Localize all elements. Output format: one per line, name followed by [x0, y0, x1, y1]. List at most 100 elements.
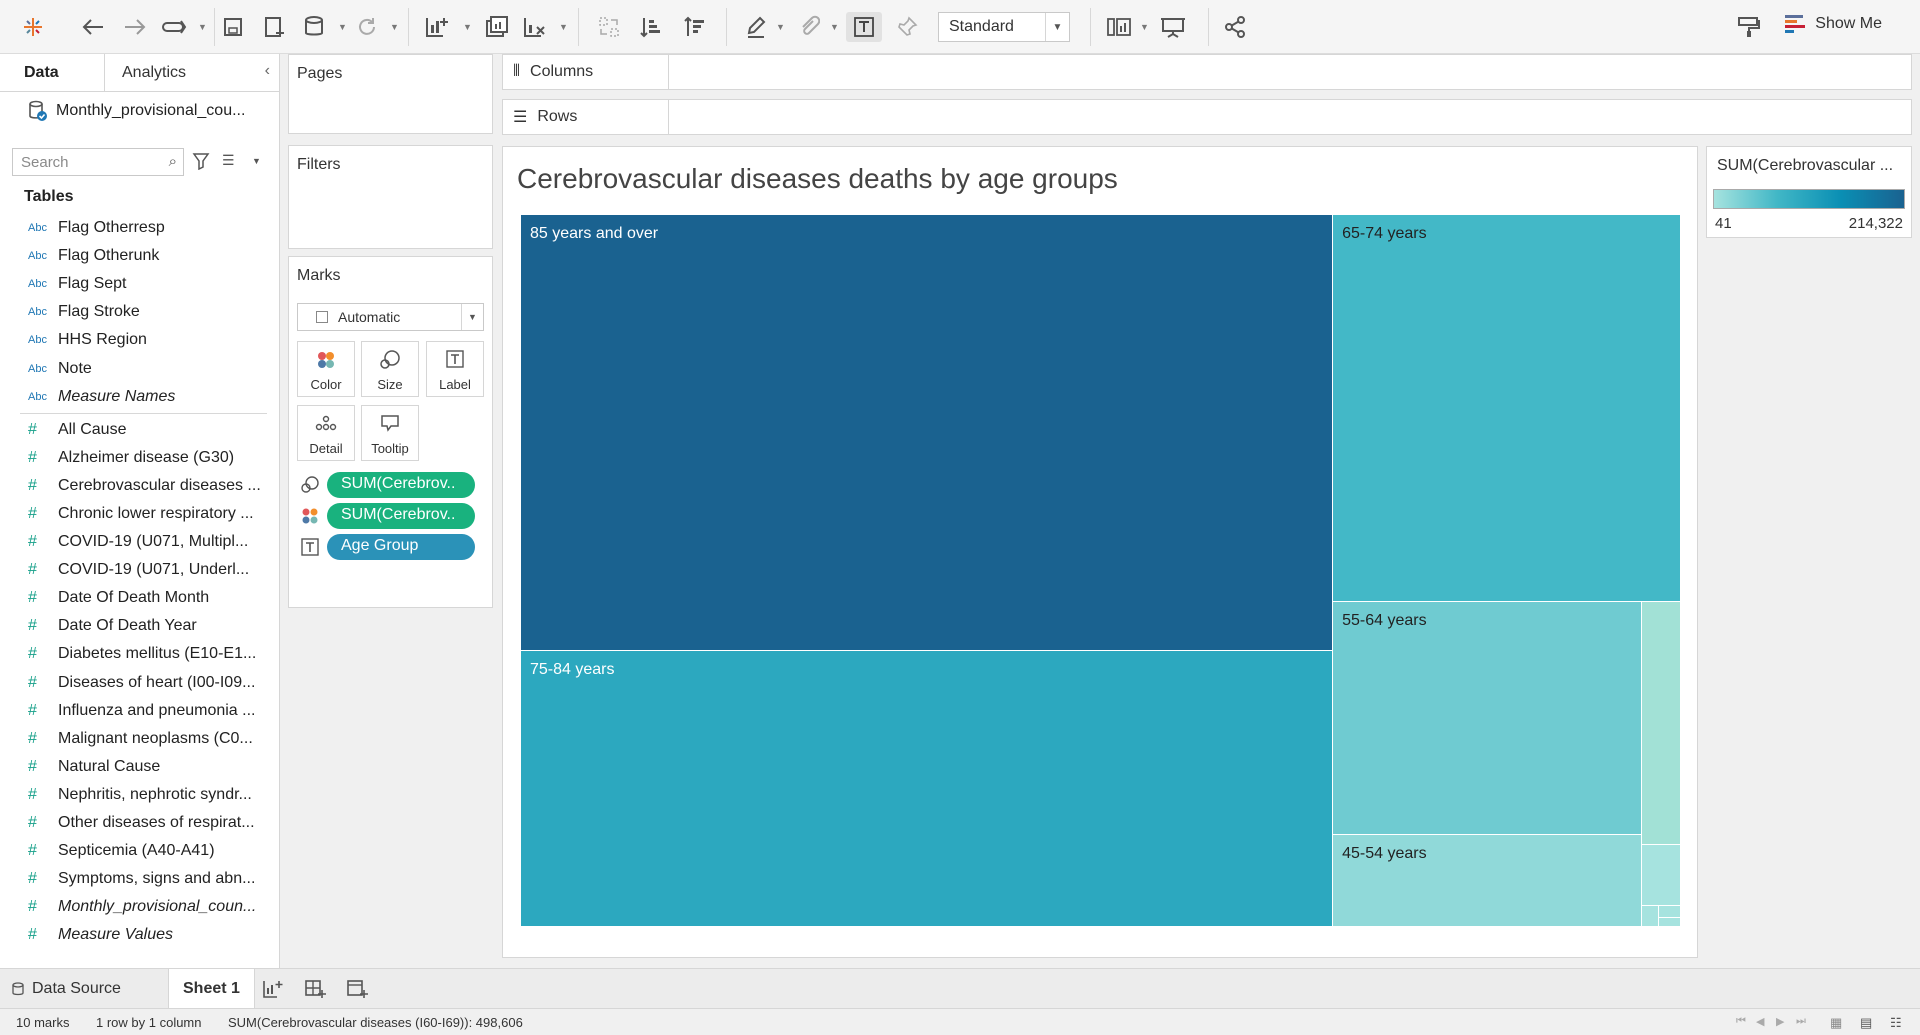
dimension-field[interactable]: Abc Flag Sept — [20, 270, 275, 298]
treemap-cell-small[interactable] — [1641, 601, 1681, 845]
format-painter-icon[interactable] — [1734, 12, 1764, 42]
columns-shelf[interactable]: ⦀ Columns — [502, 54, 1912, 90]
show-cards-dropdown-icon[interactable]: ▼ — [1140, 22, 1149, 32]
tooltip-button[interactable]: Tooltip — [361, 405, 419, 461]
show-mark-labels-icon[interactable] — [846, 12, 882, 42]
measure-field[interactable]: # Malignant neoplasms (C0... — [20, 725, 275, 753]
measure-field[interactable]: # COVID-19 (U071, Multipl... — [20, 528, 275, 556]
nav-last-icon[interactable]: ⏭ — [1796, 1015, 1806, 1028]
treemap-cell[interactable]: 45-54 years — [1333, 834, 1642, 927]
treemap-cell-small[interactable] — [1641, 906, 1659, 927]
treemap-cell[interactable]: 65-74 years — [1333, 215, 1681, 602]
duplicate-sheet-icon[interactable] — [482, 12, 512, 42]
treemap-cell[interactable]: 55-64 years — [1333, 601, 1642, 835]
color-legend[interactable]: SUM(Cerebrovascular ... 41 214,322 — [1706, 146, 1912, 238]
fit-select[interactable]: Standard ▼ — [938, 12, 1070, 42]
presentation-mode-icon[interactable] — [1158, 12, 1188, 42]
filmstrip-view-icon[interactable]: ▤ — [1860, 1015, 1872, 1031]
search-input[interactable]: Search ⌕ — [12, 148, 184, 176]
dimension-field[interactable]: Abc Flag Otherunk — [20, 242, 275, 270]
pause-updates-icon[interactable] — [300, 12, 330, 42]
dimension-field[interactable]: Abc Flag Stroke — [20, 298, 275, 326]
collapse-pane-icon[interactable]: ‹ — [265, 62, 270, 80]
new-worksheet-dropdown-icon[interactable]: ▼ — [463, 22, 472, 32]
label-button[interactable]: Label — [426, 341, 484, 397]
group-dropdown-icon[interactable]: ▼ — [830, 22, 839, 32]
share-icon[interactable] — [1220, 12, 1250, 42]
measure-field[interactable]: # All Cause — [20, 416, 275, 444]
measure-field[interactable]: # Septicemia (A40-A41) — [20, 837, 275, 865]
size-button[interactable]: Size — [361, 341, 419, 397]
highlight-dropdown-icon[interactable]: ▼ — [776, 22, 785, 32]
dimension-field[interactable]: Abc Flag Otherresp — [20, 214, 275, 242]
treemap-cell[interactable]: 75-84 years — [521, 650, 1334, 927]
measure-field[interactable]: # Cerebrovascular diseases ... — [20, 472, 275, 500]
dimension-field[interactable]: Abc HHS Region — [20, 326, 275, 354]
treemap-cell-small[interactable] — [1658, 906, 1681, 919]
measure-field[interactable]: # Other diseases of respirat... — [20, 809, 275, 837]
undo-icon[interactable] — [78, 12, 108, 42]
rows-shelf[interactable]: ☰ Rows — [502, 99, 1912, 135]
measure-field[interactable]: # Chronic lower respiratory ... — [20, 500, 275, 528]
group-members-icon[interactable] — [794, 12, 824, 42]
measure-field[interactable]: # COVID-19 (U071, Underl... — [20, 556, 275, 584]
highlight-icon[interactable] — [742, 12, 772, 42]
measure-field[interactable]: # Date Of Death Month — [20, 584, 275, 612]
measure-field[interactable]: # Diseases of heart (I00-I09... — [20, 669, 275, 697]
data-source-tab[interactable]: Data Source — [12, 969, 121, 1009]
sheet-1-tab[interactable]: Sheet 1 — [168, 969, 255, 1009]
treemap-cell[interactable]: 85 years and over — [521, 215, 1334, 651]
filters-card[interactable]: Filters — [288, 145, 493, 249]
age-group-pill[interactable]: Age Group — [327, 534, 475, 560]
redo-icon[interactable] — [120, 12, 150, 42]
view-dropdown-icon[interactable]: ▼ — [252, 156, 261, 166]
show-me-button[interactable]: Show Me — [1785, 14, 1882, 34]
clear-sheet-icon[interactable] — [520, 12, 550, 42]
treemap-cell-small[interactable] — [1641, 844, 1681, 907]
list-view-icon[interactable]: ☰ — [222, 152, 235, 169]
tableau-logo-icon[interactable] — [20, 12, 46, 42]
detail-button[interactable]: Detail — [297, 405, 355, 461]
color-button[interactable]: Color — [297, 341, 355, 397]
sort-ascending-icon[interactable] — [636, 12, 666, 42]
color-field-pill[interactable]: SUM(Cerebrov.. — [327, 503, 475, 529]
tab-analytics[interactable]: Analytics — [122, 64, 186, 82]
show-cards-icon[interactable] — [1104, 12, 1134, 42]
treemap-cell-small[interactable] — [1658, 918, 1681, 927]
nav-first-icon[interactable]: ⏮ — [1736, 1015, 1746, 1028]
replay-dropdown-icon[interactable]: ▼ — [198, 22, 207, 32]
mark-type-select[interactable]: Automatic ▼ — [297, 303, 484, 331]
measure-field[interactable]: # Alzheimer disease (G30) — [20, 444, 275, 472]
measure-field[interactable]: # Influenza and pneumonia ... — [20, 697, 275, 725]
new-datasource-icon[interactable] — [260, 12, 290, 42]
measure-field[interactable]: # Symptoms, signs and abn... — [20, 865, 275, 893]
measure-field[interactable]: # Date Of Death Year — [20, 612, 275, 640]
measure-field[interactable]: # Diabetes mellitus (E10-E1... — [20, 640, 275, 668]
nav-next-icon[interactable]: ▶ — [1776, 1015, 1784, 1028]
swap-rows-columns-icon[interactable] — [594, 12, 624, 42]
pause-dropdown-icon[interactable]: ▼ — [338, 22, 347, 32]
new-story-tab-icon[interactable] — [346, 969, 368, 1009]
measure-field[interactable]: # Measure Values — [20, 921, 275, 949]
dimension-field[interactable]: Abc Measure Names — [20, 383, 275, 411]
refresh-icon[interactable] — [352, 12, 382, 42]
measure-field[interactable]: # Monthly_provisional_coun... — [20, 893, 275, 921]
save-icon[interactable] — [218, 12, 248, 42]
clear-dropdown-icon[interactable]: ▼ — [559, 22, 568, 32]
tabs-view-icon[interactable]: ☷ — [1890, 1015, 1902, 1031]
new-worksheet-icon[interactable] — [422, 12, 452, 42]
refresh-dropdown-icon[interactable]: ▼ — [390, 22, 399, 32]
dimension-field[interactable]: Abc Note — [20, 354, 275, 382]
grid-view-icon[interactable]: ▦ — [1830, 1015, 1842, 1031]
size-field-pill[interactable]: SUM(Cerebrov.. — [327, 472, 475, 498]
datasource-item[interactable]: Monthly_provisional_cou... — [28, 100, 245, 122]
sort-descending-icon[interactable] — [680, 12, 710, 42]
measure-field[interactable]: # Nephritis, nephrotic syndr... — [20, 781, 275, 809]
fix-axes-icon[interactable] — [892, 12, 922, 42]
tab-data[interactable]: Data — [24, 64, 59, 82]
measure-field[interactable]: # Natural Cause — [20, 753, 275, 781]
nav-prev-icon[interactable]: ◀ — [1756, 1015, 1764, 1028]
filter-icon[interactable] — [192, 152, 210, 174]
new-worksheet-tab-icon[interactable] — [262, 969, 284, 1009]
pages-card[interactable]: Pages — [288, 54, 493, 134]
